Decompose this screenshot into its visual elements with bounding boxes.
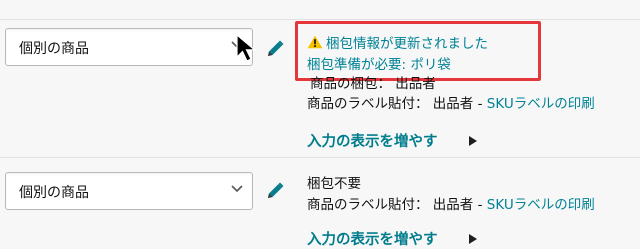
alert-text[interactable]: 梱包情報が更新されました bbox=[326, 36, 488, 52]
packaging-info: 梱包不要 商品のラベル貼付： 出品者 - SKUラベルの印刷 bbox=[307, 176, 595, 214]
labeling-value: 出品者 bbox=[432, 197, 474, 213]
mouse-cursor-icon bbox=[236, 33, 257, 62]
labeling-value: 出品者 bbox=[432, 96, 474, 112]
packing-type-select[interactable]: 個別の商品 bbox=[5, 172, 253, 210]
packaging-info: 梱包情報が更新されました 梱包準備が必要: ポリ袋 商品の梱包： 出品者 商品の… bbox=[307, 35, 595, 113]
packaging-label: 商品の梱包： bbox=[310, 76, 391, 92]
show-more-link[interactable]: 入力の表示を増やす bbox=[307, 228, 438, 249]
prep-required-link[interactable]: 梱包準備が必要: ポリ袋 bbox=[307, 57, 595, 74]
warning-icon bbox=[307, 35, 323, 49]
shipment-item-row: 個別の商品 梱包不要 商品のラベル貼付： 出品者 - SKUラベルの印刷 入力の… bbox=[0, 158, 640, 248]
labeling-label: 商品のラベル貼付： bbox=[307, 96, 429, 112]
labeling-line: 商品のラベル貼付： 出品者 - SKUラベルの印刷 bbox=[307, 197, 595, 214]
separator: - bbox=[473, 197, 487, 213]
pencil-icon[interactable] bbox=[264, 38, 286, 60]
caret-right-icon[interactable] bbox=[469, 136, 477, 146]
packaging-value: 出品者 bbox=[395, 76, 436, 92]
show-more-link[interactable]: 入力の表示を増やす bbox=[307, 130, 438, 151]
alert-line: 梱包情報が更新されました bbox=[307, 35, 595, 53]
pencil-icon[interactable] bbox=[264, 180, 286, 202]
separator: - bbox=[473, 96, 487, 112]
select-value: 個別の商品 bbox=[19, 41, 89, 57]
labeling-label: 商品のラベル貼付： bbox=[307, 197, 429, 213]
packaging-line: 商品の梱包： 出品者 bbox=[310, 76, 595, 93]
print-sku-labels-link[interactable]: SKUラベルの印刷 bbox=[487, 197, 595, 213]
shipment-item-row: 個別の商品 梱包情報が更新されました 梱包準備が必要: ポリ袋 商品の梱包： 出… bbox=[0, 0, 640, 157]
caret-right-icon[interactable] bbox=[469, 234, 477, 244]
labeling-line: 商品のラベル貼付： 出品者 - SKUラベルの印刷 bbox=[307, 96, 595, 113]
prep-none: 梱包不要 bbox=[307, 176, 361, 192]
select-value: 個別の商品 bbox=[19, 185, 89, 201]
packing-type-select[interactable]: 個別の商品 bbox=[5, 28, 253, 66]
print-sku-labels-link[interactable]: SKUラベルの印刷 bbox=[487, 96, 595, 112]
chevron-down-icon bbox=[231, 185, 243, 193]
